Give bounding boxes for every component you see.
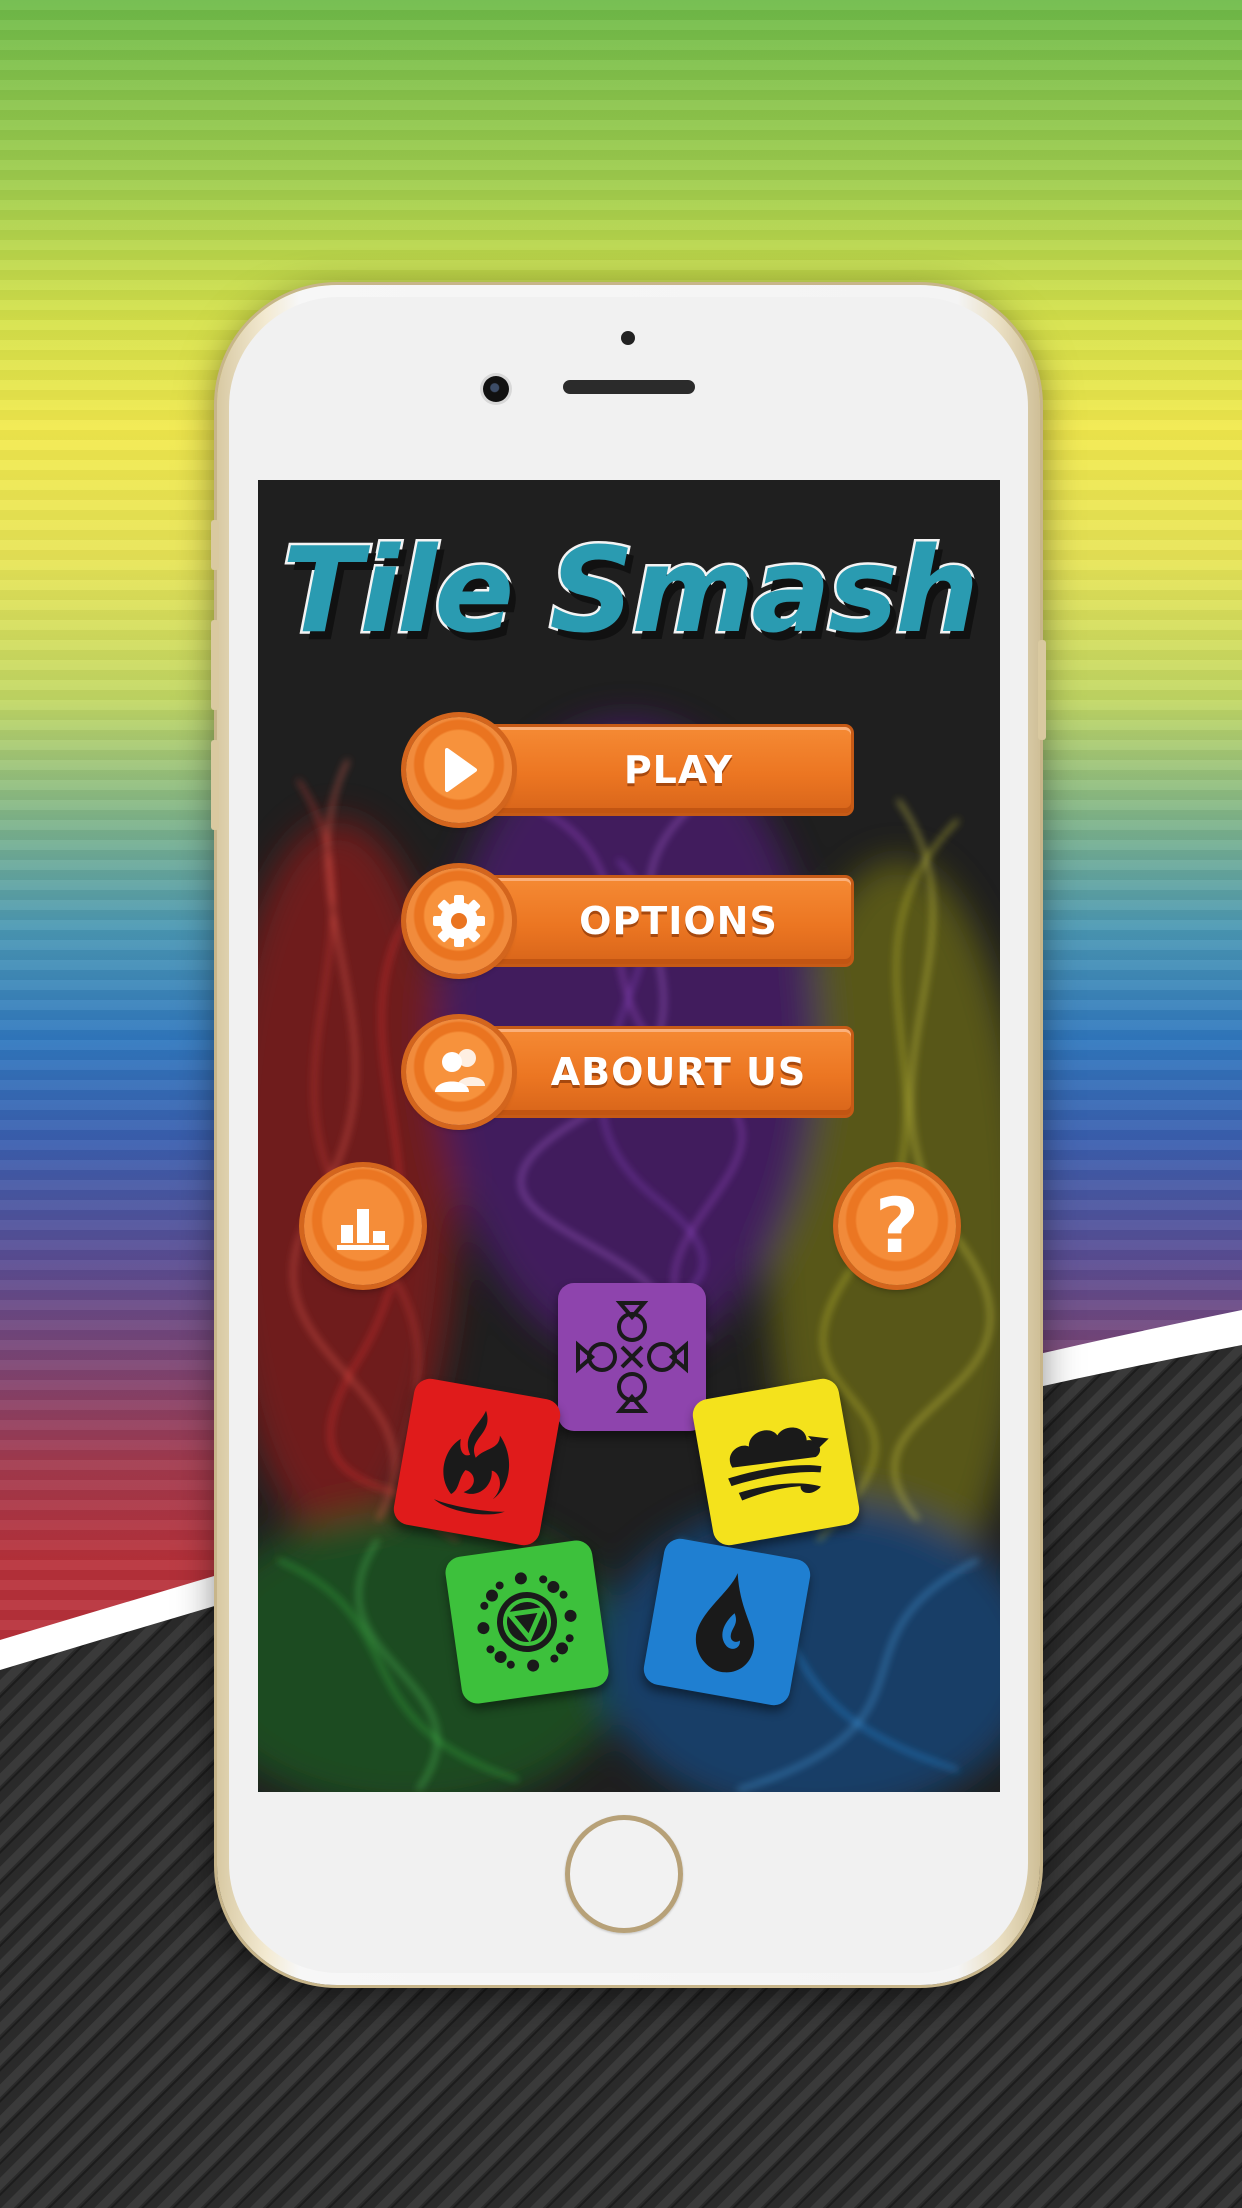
fire-icon: [433, 1410, 510, 1515]
play-button[interactable]: PLAY: [406, 717, 851, 823]
play-icon: [445, 748, 477, 792]
front-camera: [483, 376, 509, 402]
home-button[interactable]: [565, 1815, 683, 1933]
help-button[interactable]: ?: [838, 1167, 956, 1285]
volume-up-button: [211, 620, 219, 710]
game-screen: Tile Smash PLAY OPTIONS ABOURT US ?: [258, 480, 1000, 1792]
fire-tile[interactable]: [391, 1376, 563, 1548]
water-tile[interactable]: [641, 1536, 813, 1708]
power-button: [1038, 640, 1046, 740]
cloud-icon: [728, 1427, 829, 1501]
earth-tile[interactable]: [443, 1538, 611, 1706]
about-us-button-label: ABOURT US: [550, 1050, 807, 1094]
leaderboard-button[interactable]: [304, 1167, 422, 1285]
mute-switch: [211, 520, 219, 570]
smoke-background: [258, 720, 1000, 1792]
proximity-sensor: [621, 331, 635, 345]
about-us-button[interactable]: ABOURT US: [406, 1019, 851, 1125]
volume-down-button: [211, 740, 219, 830]
gear-icon: [433, 895, 485, 947]
spirit-tile[interactable]: [558, 1283, 706, 1431]
options-button[interactable]: OPTIONS: [406, 868, 851, 974]
spirit-icon: [576, 1301, 688, 1413]
about-us-button-badge: [406, 1019, 512, 1125]
game-title: Tile Smash: [279, 519, 981, 662]
options-button-label: OPTIONS: [579, 899, 778, 943]
sun-triangle-icon: [477, 1572, 577, 1672]
users-icon: [435, 1049, 485, 1092]
play-button-label: PLAY: [623, 748, 734, 792]
earpiece-speaker: [563, 380, 695, 394]
promo-canvas: Tile Smash PLAY OPTIONS ABOURT US ?: [0, 0, 1242, 2208]
leaderboard-icon: [337, 1209, 389, 1250]
air-tile[interactable]: [690, 1376, 862, 1548]
play-button-badge: [406, 717, 512, 823]
question-icon: ?: [874, 1181, 920, 1270]
water-drop-icon: [695, 1573, 755, 1673]
options-button-badge: [406, 868, 512, 974]
